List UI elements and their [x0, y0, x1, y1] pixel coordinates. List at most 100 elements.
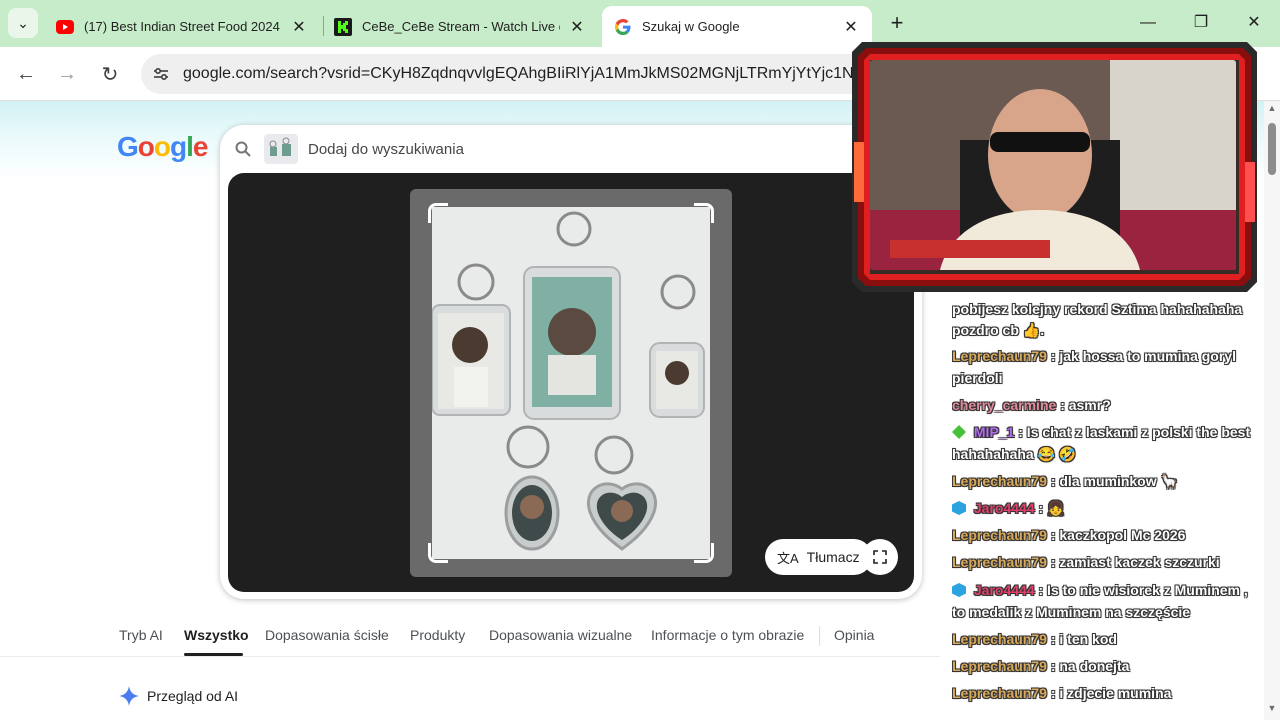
scroll-up-arrow-icon[interactable]: ▲: [1264, 103, 1280, 117]
chat-username: Jaro4444: [973, 582, 1035, 598]
kick-icon: [334, 17, 352, 36]
url-text: google.com/search?vsrid=CKyH8ZqdnqvvlgEQ…: [183, 65, 865, 82]
feedback-link[interactable]: Opinia: [834, 627, 874, 643]
chat-text: pobijesz kolejny rekord Sztima hahahahah…: [952, 301, 1243, 317]
chat-message: pozdro cb 👍.: [952, 319, 1262, 341]
chat-username: Leprechaun79: [952, 685, 1047, 701]
chat-username: Leprechaun79: [952, 348, 1047, 364]
search-icon: [235, 141, 251, 157]
reload-icon[interactable]: ↻: [96, 60, 124, 88]
tab-search-button[interactable]: ⌄: [8, 8, 38, 38]
webcam-overlay: [852, 42, 1257, 292]
chat-username: Leprechaun79: [952, 658, 1047, 674]
chat-text: pozdro cb 👍.: [952, 322, 1045, 338]
chat-message: Leprechaun79 : kaczkopol Mc 2026: [952, 524, 1262, 546]
tab-title: Szukaj w Google: [642, 19, 740, 34]
chat-username: MIP_1: [973, 424, 1015, 440]
forward-arrow-icon[interactable]: →: [53, 60, 81, 88]
chat-username: Leprechaun79: [952, 527, 1047, 543]
site-settings-icon[interactable]: [147, 60, 175, 88]
close-icon[interactable]: ✕: [568, 17, 586, 37]
crop-handle-top-right[interactable]: [694, 203, 714, 223]
scroll-down-arrow-icon[interactable]: ▼: [1264, 703, 1280, 717]
chat-text: : zamiast kaczek szczurki: [1050, 554, 1220, 570]
close-icon[interactable]: ✕: [842, 17, 860, 37]
close-icon[interactable]: ✕: [290, 17, 308, 37]
chat-text: : 👧: [1038, 500, 1065, 516]
gemini-sparkle-icon: [119, 686, 139, 706]
chat-message: cherry_carmine : asmr?: [952, 394, 1262, 416]
new-tab-button[interactable]: +: [884, 10, 910, 36]
youtube-icon: [56, 18, 74, 36]
chat-message: Leprechaun79 : jak hossa to mumina goryl…: [952, 345, 1262, 389]
translate-label: Tłumacz: [806, 549, 860, 565]
filter-tab-ai-mode[interactable]: Tryb AI: [119, 627, 163, 643]
lens-search-card: Dodaj do wyszukiwania 文A Tłumacz: [220, 125, 922, 599]
crop-handle-top-left[interactable]: [428, 203, 448, 223]
chat-username: cherry_carmine: [952, 397, 1057, 413]
chat-text: : dla muminkow 🦙: [1050, 473, 1178, 489]
chat-message: pobijesz kolejny rekord Sztima hahahahah…: [952, 298, 1262, 320]
ai-overview-label: Przegląd od AI: [147, 688, 239, 704]
ai-overview-header[interactable]: Przegląd od AI: [119, 686, 238, 706]
chat-username: Leprechaun79: [952, 554, 1047, 570]
filter-tab-all[interactable]: Wszystko: [184, 627, 249, 643]
search-row: Dodaj do wyszukiwania: [220, 125, 922, 173]
chat-text: : kaczkopol Mc 2026: [1050, 527, 1186, 543]
scroll-thumb[interactable]: [1268, 123, 1276, 175]
chat-text: : na donejta: [1050, 658, 1130, 674]
page-scrollbar[interactable]: ▲ ▼: [1264, 101, 1280, 720]
tab-youtube[interactable]: (17) Best Indian Street Food 2024 | ✕: [44, 6, 320, 47]
stream-chat-overlay: pobijesz kolejny rekord Sztima hahahahah…: [952, 298, 1262, 718]
chat-username: Leprechaun79: [952, 473, 1047, 489]
blue-cube-icon: [952, 501, 966, 515]
fullscreen-button[interactable]: [862, 539, 898, 575]
query-image-thumbnail[interactable]: [264, 134, 298, 164]
streamer-webcam-video: [870, 60, 1236, 270]
crop-handle-bottom-left[interactable]: [428, 543, 448, 563]
chat-message: Leprechaun79 : zamiast kaczek szczurki: [952, 551, 1262, 573]
translate-icon: 文A: [777, 550, 799, 566]
google-logo[interactable]: Google: [117, 131, 208, 163]
filter-divider: [819, 626, 820, 646]
chevron-down-icon: ⌄: [17, 14, 29, 31]
back-arrow-icon[interactable]: ←: [12, 60, 40, 88]
chat-message: Jaro4444 : Is to nie wisiorek z Muminem …: [952, 579, 1262, 623]
address-bar[interactable]: google.com/search?vsrid=CKyH8ZqdnqvvlgEQ…: [141, 54, 901, 94]
query-image[interactable]: [431, 207, 710, 559]
translate-button[interactable]: 文A Tłumacz: [765, 539, 872, 575]
chat-message: Leprechaun79 : i ten kod: [952, 628, 1262, 650]
chat-text: : asmr?: [1060, 397, 1111, 413]
tab-google[interactable]: Szukaj w Google ✕: [602, 6, 872, 47]
filter-tab-exact-matches[interactable]: Dopasowania ścisłe: [265, 627, 389, 643]
filter-divider-line: [0, 656, 940, 657]
tab-kick[interactable]: CeBe_CeBe Stream - Watch Live on ✕: [322, 6, 598, 47]
crop-handle-bottom-right[interactable]: [694, 543, 714, 563]
tab-title: CeBe_CeBe Stream - Watch Live on: [362, 19, 560, 34]
chat-text: : i zdjecie mumina: [1050, 685, 1172, 701]
chat-message: Jaro4444 : 👧: [952, 497, 1262, 519]
filter-tab-products[interactable]: Produkty: [410, 627, 465, 643]
lens-image-viewer: 文A Tłumacz: [228, 173, 914, 592]
filter-tab-about-image[interactable]: Informacje o tym obrazie: [651, 627, 804, 643]
chat-message: Leprechaun79 : i zdjecie mumina: [952, 682, 1262, 704]
tab-title: (17) Best Indian Street Food 2024 |: [84, 19, 282, 34]
chat-text: : i ten kod: [1050, 631, 1117, 647]
minimize-icon[interactable]: —: [1133, 10, 1163, 36]
filter-tab-visual-matches[interactable]: Dopasowania wizualne: [489, 627, 632, 643]
chat-message: Leprechaun79 : dla muminkow 🦙: [952, 470, 1262, 492]
window-close-icon[interactable]: ✕: [1239, 10, 1269, 36]
blue-cube-icon: [952, 583, 966, 597]
chat-message: Leprechaun79 : na donejta: [952, 655, 1262, 677]
expand-icon: [873, 550, 887, 564]
tab-strip: ⌄ (17) Best Indian Street Food 2024 | ✕ …: [0, 0, 1280, 47]
search-placeholder[interactable]: Dodaj do wyszukiwania: [308, 141, 464, 158]
chat-message: MIP_1 : Is chat z laskami z polski the b…: [952, 421, 1262, 465]
restore-icon[interactable]: ❐: [1186, 10, 1216, 36]
image-frame: [410, 189, 732, 577]
search-filter-tabs: Tryb AI Wszystko Dopasowania ścisłe Prod…: [0, 620, 900, 656]
chat-username: Leprechaun79: [952, 631, 1047, 647]
chat-username: Jaro4444: [973, 500, 1035, 516]
google-icon: [614, 18, 632, 36]
green-diamond-icon: [952, 425, 966, 439]
